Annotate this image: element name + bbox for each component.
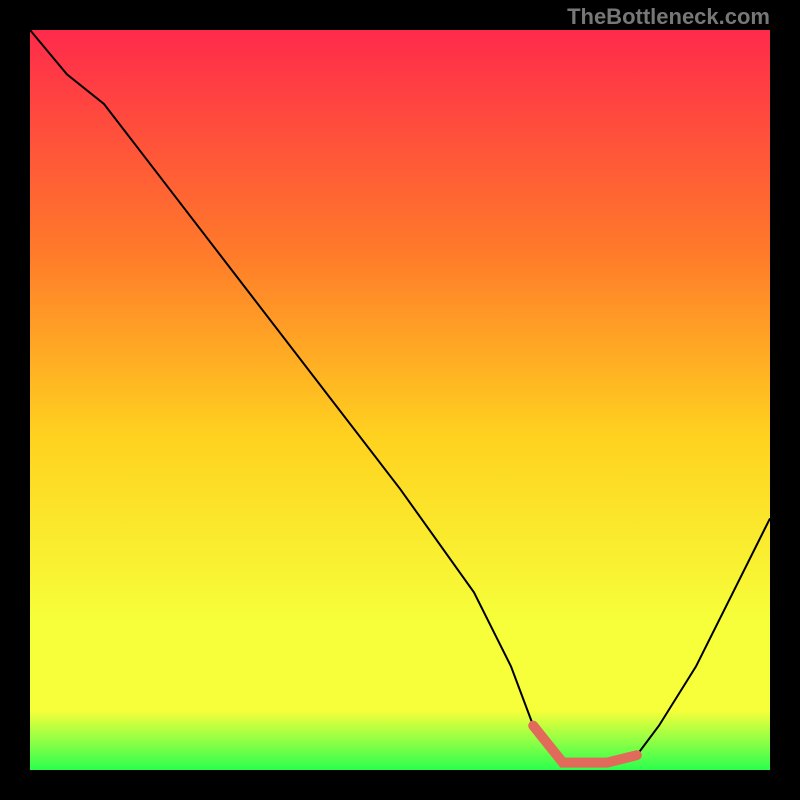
gradient-background: [30, 30, 770, 770]
plot-area: [30, 30, 770, 770]
watermark-text: TheBottleneck.com: [567, 4, 770, 30]
chart-svg: [30, 30, 770, 770]
chart-frame: TheBottleneck.com: [0, 0, 800, 800]
